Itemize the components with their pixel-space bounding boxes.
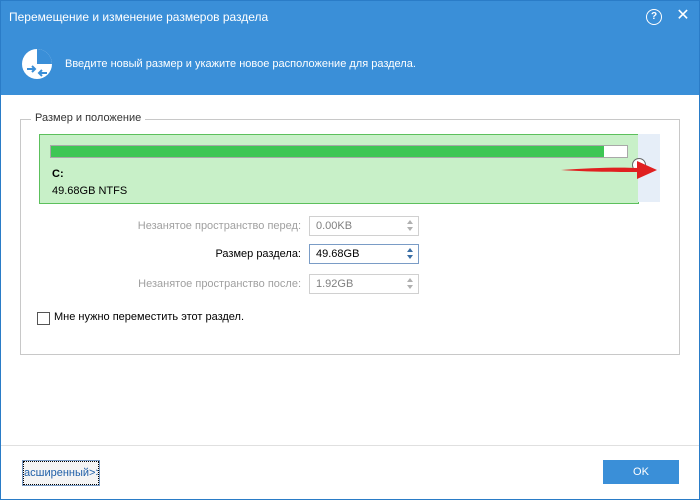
move-partition-label[interactable]: Мне нужно переместить этот раздел. [54,311,244,323]
partition-size-stepper[interactable] [404,246,416,262]
group-title: Размер и положение [31,112,146,124]
partition-size-value: 49.68GB [316,248,360,260]
move-partition-checkbox[interactable] [37,312,50,325]
usage-bar-fill [51,146,604,157]
ok-button[interactable]: OK [603,460,679,484]
close-button[interactable]: ✕ [673,6,693,26]
unallocated-before-input[interactable]: 0.00KB [309,216,419,236]
unallocated-before-label: Незанятое пространство перед: [137,220,301,232]
dialog-content: Размер и положение C: 49.68GB NTFS Незан… [1,95,699,499]
unallocated-before-stepper[interactable] [404,218,416,234]
unallocated-after-label: Незанятое пространство после: [138,278,301,290]
window-title: Перемещение и изменение размеров раздела [9,10,269,24]
instruction-banner: Введите новый размер и укажите новое рас… [1,33,699,95]
unallocated-after-value: 1.92GB [316,278,354,290]
dialog-window: Перемещение и изменение размеров раздела… [0,0,700,500]
size-position-group: Размер и положение C: 49.68GB NTFS Незан… [20,112,680,355]
footer-divider [1,445,699,446]
unallocated-after-stepper[interactable] [404,276,416,292]
partition-move-icon [22,49,52,79]
partition-info: 49.68GB NTFS [52,185,128,197]
unallocated-before-value: 0.00KB [316,220,353,232]
title-bar: Перемещение и изменение размеров раздела… [1,1,699,33]
drive-letter: C: [52,168,64,180]
usage-bar [50,145,628,158]
partition-block[interactable]: C: 49.68GB NTFS [39,134,639,204]
partition-size-label: Размер раздела: [215,248,301,260]
help-button[interactable]: ? [646,9,662,25]
instruction-text: Введите новый размер и укажите новое рас… [65,58,416,70]
advanced-button[interactable]: асширенный>> [22,460,100,486]
red-arrow-icon [561,161,657,179]
unallocated-after-input[interactable]: 1.92GB [309,274,419,294]
partition-size-input[interactable]: 49.68GB [309,244,419,264]
